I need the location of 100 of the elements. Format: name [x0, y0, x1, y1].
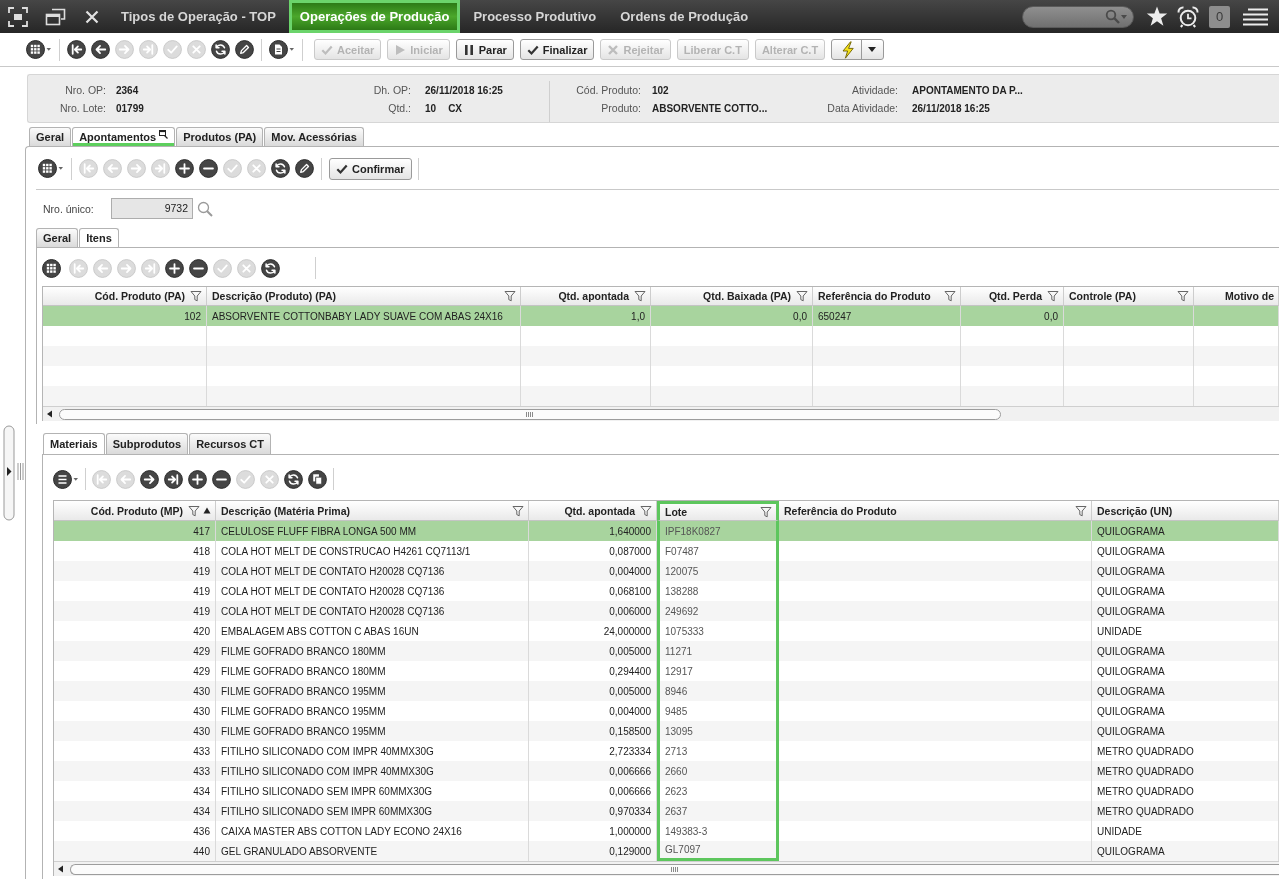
filter-icon[interactable]	[944, 290, 956, 302]
module-tab[interactable]: Tipos de Operação - TOP	[110, 0, 287, 33]
caret-icon	[868, 47, 877, 52]
alarm-clock-icon[interactable]	[1177, 5, 1199, 28]
lightning-icon	[841, 40, 856, 59]
document-menu-icon[interactable]	[269, 40, 295, 59]
filter-icon[interactable]	[796, 290, 808, 302]
table-cell: QUILOGRAMA	[1092, 521, 1279, 541]
last-record-icon[interactable]	[164, 469, 183, 489]
table-row[interactable]: 429 FILME GOFRADO BRANCO 180MM 0,005000 11271 QUILOGRAMA	[54, 641, 1279, 661]
table-row[interactable]: 417 CELULOSE FLUFF FIBRA LONGA 500 MM 1,640000 IPF18K0827 QUILOGRAMA	[54, 521, 1279, 541]
edit-icon[interactable]	[295, 159, 314, 178]
table-cell: QUILOGRAMA	[1092, 681, 1279, 701]
table-cell: QUILOGRAMA	[1092, 601, 1279, 621]
copy-icon[interactable]	[308, 469, 327, 489]
table-row[interactable]: 430 FILME GOFRADO BRANCO 195MM 0,005000 8946 QUILOGRAMA	[54, 681, 1279, 701]
sort-ascending-icon[interactable]	[203, 507, 211, 514]
field-value: 10	[425, 102, 437, 114]
refresh-icon[interactable]	[211, 40, 230, 59]
table-cell: 13095	[657, 721, 779, 741]
close-icon[interactable]	[85, 9, 99, 24]
list-menu-icon[interactable]	[53, 469, 79, 489]
module-tab[interactable]: Ordens de Produção	[609, 0, 760, 33]
tab[interactable]: Recursos CT	[189, 433, 271, 454]
filter-icon[interactable]	[1177, 290, 1189, 302]
filter-icon[interactable]	[1047, 290, 1059, 302]
notification-count-badge[interactable]: 0	[1209, 5, 1230, 28]
table-cell: 0,970334	[529, 801, 657, 821]
tab[interactable]: Geral	[36, 228, 79, 247]
horizontal-scrollbar[interactable]	[54, 861, 1279, 876]
table-cell: CELULOSE FLUFF FIBRA LONGA 500 MM	[216, 521, 529, 541]
remove-icon[interactable]	[212, 469, 231, 489]
table-cell: QUILOGRAMA	[1092, 721, 1279, 741]
add-icon[interactable]	[175, 159, 194, 178]
restore-windows-icon[interactable]	[45, 7, 66, 26]
actions-button[interactable]	[831, 39, 885, 60]
tab[interactable]: Produtos (PA)	[176, 127, 264, 146]
search-icon[interactable]	[1105, 9, 1120, 24]
refresh-icon[interactable]	[261, 258, 280, 278]
stop-button[interactable]: Parar	[455, 39, 514, 60]
confirm-button[interactable]: Confirmar	[329, 157, 412, 180]
grid-menu-icon[interactable]	[38, 159, 64, 178]
table-cell: 429	[54, 641, 216, 661]
finish-button[interactable]: Finalizar	[519, 39, 595, 60]
tab[interactable]: Geral	[29, 127, 72, 146]
previous-icon[interactable]	[91, 40, 110, 59]
scrollbar-thumb[interactable]	[70, 863, 1279, 875]
table-row[interactable]: 430 FILME GOFRADO BRANCO 195MM 0,158500 13095 QUILOGRAMA	[54, 721, 1279, 741]
filter-icon[interactable]	[512, 504, 524, 517]
number-field[interactable]: 9732	[111, 198, 193, 219]
field-value: 26/11/2018 16:25	[912, 102, 990, 114]
table-row[interactable]: 440 GEL GRANULADO ABSORVENTE 0,129000 GL7097 QUILOGRAMA	[54, 841, 1279, 861]
table-row[interactable]: 419 COLA HOT MELT DE CONTATO H20028 CQ7136 0,004000 120075 QUILOGRAMA	[54, 561, 1279, 581]
search-field[interactable]	[1022, 5, 1134, 28]
horizontal-scrollbar[interactable]	[43, 406, 1279, 421]
filter-icon[interactable]	[190, 290, 202, 302]
tab[interactable]: Subprodutos	[105, 433, 189, 454]
table-cell: 1,640000	[529, 521, 657, 541]
table-row[interactable]: 434 FITILHO SILICONADO SEM IMPR 60MMX30G 0,970334 2637 METRO QUADRADO	[54, 801, 1279, 821]
edit-icon[interactable]	[235, 40, 254, 59]
remove-icon[interactable]	[189, 258, 208, 278]
field-label: Dh. OP:	[372, 84, 411, 96]
filter-icon[interactable]	[640, 504, 652, 517]
scrollbar-thumb[interactable]	[59, 408, 1001, 420]
table-row[interactable]: 102 ABSORVENTE COTTONBABY LADY SUAVE COM ABAS 24X16 1,0 0,0 650247 0,0	[43, 306, 1279, 326]
field-label: Data Atividade:	[826, 102, 898, 114]
remove-icon[interactable]	[199, 159, 218, 178]
refresh-icon[interactable]	[271, 159, 290, 178]
fullscreen-icon[interactable]	[8, 6, 28, 27]
tab[interactable]: Mov. Acessórias	[264, 127, 364, 146]
scroll-left-icon[interactable]	[57, 865, 64, 873]
tab[interactable]: Apontamentos	[72, 127, 176, 146]
menu-icon[interactable]	[1243, 7, 1268, 26]
field-label: Nro. OP:	[64, 84, 106, 96]
add-icon[interactable]	[188, 469, 207, 489]
first-record-icon[interactable]	[67, 40, 86, 59]
field-value: APONTAMENTO DA P...	[912, 84, 1023, 96]
collapse-handle-icon[interactable]	[3, 425, 25, 521]
grid-menu-icon[interactable]	[42, 258, 61, 278]
popout-icon[interactable]	[159, 130, 169, 139]
field-value: 26/11/2018 16:25	[425, 84, 503, 96]
star-icon[interactable]	[1146, 6, 1168, 27]
tab[interactable]: Materiais	[43, 433, 105, 454]
filter-icon[interactable]	[760, 506, 772, 518]
refresh-icon[interactable]	[284, 469, 303, 489]
add-icon[interactable]	[165, 258, 184, 278]
scroll-left-icon[interactable]	[46, 410, 53, 418]
filter-icon[interactable]	[188, 504, 200, 517]
search-icon[interactable]	[197, 200, 213, 217]
grid-menu-icon[interactable]	[26, 40, 52, 59]
table-row[interactable]: 419 COLA HOT MELT DE CONTATO H20028 CQ7136 0,006000 249692 QUILOGRAMA	[54, 601, 1279, 621]
filter-icon[interactable]	[1075, 504, 1087, 517]
module-tab[interactable]: Processo Produtivo	[462, 0, 608, 33]
table-cell: 249692	[657, 601, 779, 621]
tab[interactable]: Itens	[79, 228, 119, 247]
table-cell: FILME GOFRADO BRANCO 195MM	[216, 681, 529, 701]
filter-icon[interactable]	[634, 290, 646, 302]
next-icon[interactable]	[140, 469, 159, 489]
table-row[interactable]: 433 FITILHO SILICONADO COM IMPR 40MMX30G 0,006666 2660 METRO QUADRADO	[54, 761, 1279, 781]
filter-icon[interactable]	[504, 290, 516, 302]
